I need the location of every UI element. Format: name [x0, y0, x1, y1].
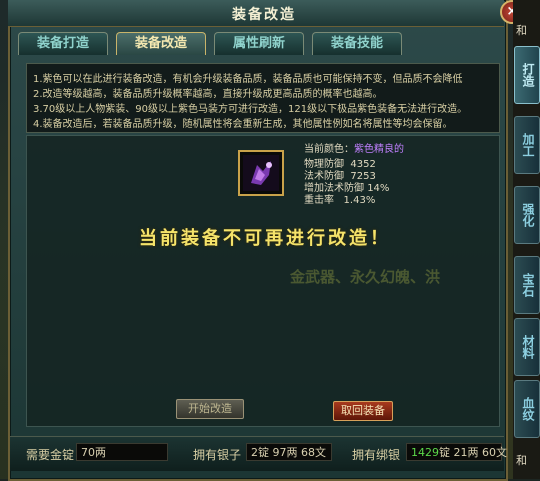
- background-game-text: 金武器、永久幻魄、洪: [290, 268, 441, 286]
- instructions-box: 1.紫色可以在此进行装备改造，有机会升级装备品质，装备品质也可能保持不变，但品质…: [26, 63, 500, 133]
- side-tab-process[interactable]: 加工: [514, 116, 540, 174]
- title-bar[interactable]: 装备改造: [8, 0, 504, 27]
- required-gold-value: 70两: [76, 443, 168, 461]
- tab-equipment-skill[interactable]: 装备技能: [312, 32, 402, 55]
- return-equipment-button[interactable]: 取回装备: [333, 401, 393, 421]
- instruction-line: 4.装备改造后，若装备品质升级，随机属性将会重新生成，其他属性例如名将属性等均会…: [33, 119, 453, 130]
- tab-bar: 装备打造 装备改造 属性刷新 装备技能: [18, 32, 498, 56]
- stat-value: 1.43%: [343, 195, 376, 206]
- window-title: 装备改造: [232, 7, 296, 23]
- side-bottom-label: 和: [516, 454, 527, 467]
- bound-silver-rest: 锭 21两 60文: [439, 446, 507, 459]
- tab-equipment-forge[interactable]: 装备打造: [18, 32, 108, 55]
- side-tab-gem[interactable]: 宝石: [514, 256, 540, 314]
- quality-label: 当前颜色：: [304, 144, 354, 155]
- quality-line: 当前颜色：紫色精良的: [304, 140, 404, 155]
- side-tab-forge[interactable]: 打造: [514, 46, 540, 104]
- bound-silver-ingots: 1429: [411, 446, 439, 459]
- bound-silver-value: 1429锭 21两 60文: [406, 443, 507, 461]
- stat-line: 重击率 1.43%: [304, 191, 375, 206]
- instruction-line: 3.70级以上人物紫装、90级以上紫色马装方可进行改造，121级以下极品紫色装备…: [33, 104, 468, 115]
- purple-equipment-icon: [243, 155, 279, 191]
- equipment-slot[interactable]: [238, 150, 284, 196]
- required-gold-label: 需要金锭: [26, 448, 75, 462]
- tab-equipment-modify[interactable]: 装备改造: [116, 32, 206, 55]
- status-message: 当前装备不可再进行改造！: [139, 228, 391, 249]
- side-tab-enhance[interactable]: 强化: [514, 186, 540, 244]
- tab-attribute-refresh[interactable]: 属性刷新: [214, 32, 304, 55]
- bound-silver-label: 拥有绑银: [352, 448, 401, 462]
- stat-name: 重击率: [304, 195, 334, 206]
- instruction-line: 2.改造等级越高，装备品质升级概率越高，直接升级成更高品质的概率也越高。: [33, 89, 383, 100]
- start-modify-button[interactable]: 开始改造: [176, 399, 244, 419]
- owned-silver-label: 拥有银子: [193, 448, 242, 462]
- quality-value: 紫色精良的: [354, 144, 404, 155]
- side-tab-blood-pattern[interactable]: 血纹: [514, 380, 540, 438]
- instruction-line: 1.紫色可以在此进行装备改造，有机会升级装备品质，装备品质也可能保持不变，但品质…: [33, 74, 463, 85]
- side-top-label: 和: [516, 24, 527, 37]
- owned-silver-value: 2锭 97两 68文: [246, 443, 332, 461]
- side-tab-material[interactable]: 材料: [514, 318, 540, 376]
